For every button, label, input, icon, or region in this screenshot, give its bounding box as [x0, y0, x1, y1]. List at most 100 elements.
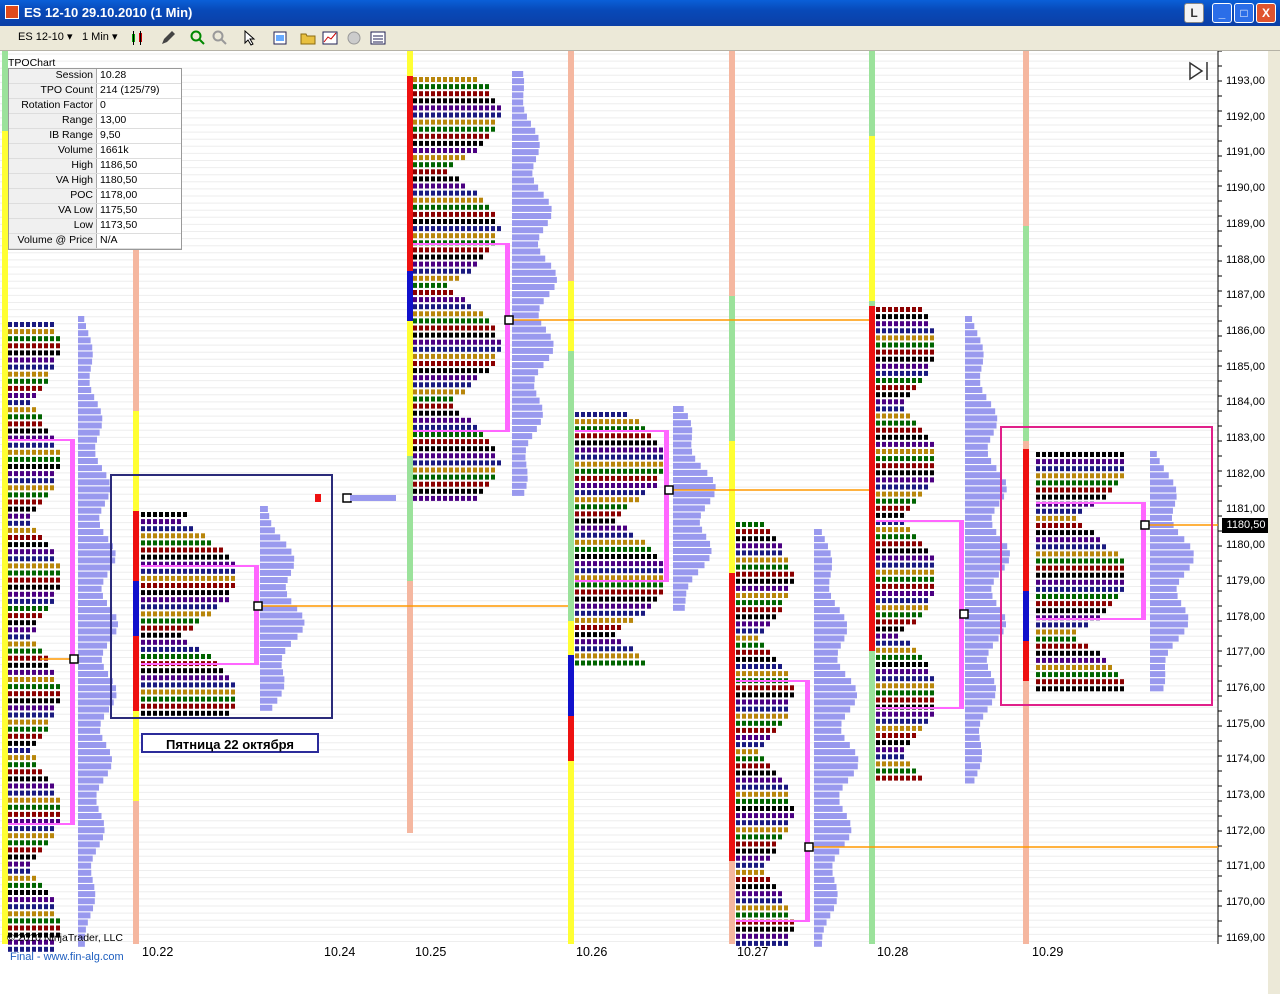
zoom-in-icon[interactable] — [190, 30, 206, 46]
data-box-icon[interactable] — [370, 30, 386, 46]
link-button[interactable]: L — [1184, 3, 1204, 23]
tpo-letter — [207, 540, 211, 546]
tpo-letter — [26, 471, 30, 477]
strategy-icon[interactable] — [346, 30, 362, 46]
tpo-letter — [437, 396, 441, 402]
tpo-letter — [593, 412, 597, 417]
tpo-chart[interactable] — [0, 51, 1280, 994]
tpo-letter — [653, 461, 657, 467]
minimize-button[interactable]: _ — [1212, 3, 1232, 23]
tpo-letter — [1042, 452, 1046, 457]
title-bar: ES 12-10 29.10.2010 (1 Min) L _ □ X — [0, 0, 1280, 26]
tpo-letter — [38, 698, 42, 704]
tpo-letter — [778, 543, 782, 549]
volume-bar — [673, 519, 700, 526]
tpo-letter — [431, 254, 435, 260]
tpo-letter — [930, 349, 934, 355]
tpo-letter — [44, 804, 48, 810]
volume-bar — [814, 891, 838, 898]
tpo-letter — [455, 183, 459, 189]
tpo-letter — [443, 219, 447, 224]
tpo-letter — [14, 485, 18, 491]
footer-link[interactable]: Final - www.fin-alg.com — [10, 951, 124, 963]
pencil-icon[interactable] — [160, 30, 176, 46]
tpo-letter — [20, 769, 24, 775]
zoom-out-icon[interactable] — [212, 30, 228, 46]
tpo-letter — [26, 414, 30, 420]
tpo-letter — [437, 268, 441, 274]
chart-icon[interactable] — [322, 30, 338, 46]
volume-bar — [965, 706, 988, 713]
volume-bar — [673, 469, 708, 476]
tpo-letter — [32, 669, 36, 675]
close-button[interactable]: X — [1256, 3, 1276, 23]
tpo-letter — [924, 449, 928, 454]
tpo-letter — [449, 353, 453, 359]
tpo-letter — [461, 140, 465, 146]
volume-bar — [78, 756, 112, 763]
folder-icon[interactable] — [300, 30, 316, 46]
tpo-letter — [599, 632, 603, 638]
tpo-letter — [467, 460, 471, 466]
tpo-letter — [20, 393, 24, 398]
maximize-button[interactable]: □ — [1234, 3, 1254, 23]
tpo-letter — [599, 468, 603, 474]
volume-bar — [260, 506, 268, 512]
tpo-letter — [44, 797, 48, 803]
tpo-letter — [147, 703, 151, 709]
tpo-letter — [413, 375, 417, 381]
interval-selector[interactable]: 1 Min ▾ — [82, 29, 118, 46]
tpo-letter — [575, 490, 579, 496]
tpo-letter — [44, 378, 48, 384]
tpo-letter — [455, 247, 459, 253]
tpo-letter — [617, 610, 621, 616]
tpo-letter — [736, 543, 740, 549]
volume-bar — [965, 316, 973, 322]
tpo-letter — [617, 525, 621, 531]
tpo-letter — [159, 540, 163, 546]
tpo-letter — [437, 495, 441, 501]
tpo-letter — [20, 598, 24, 604]
tpo-letter — [153, 625, 157, 631]
cursor-icon[interactable] — [242, 30, 258, 46]
tpo-letter — [760, 727, 764, 733]
tpo-letter — [443, 282, 447, 288]
properties-icon[interactable] — [272, 30, 288, 46]
tpo-letter — [912, 718, 916, 724]
volume-bar — [965, 337, 981, 344]
volume-bar — [673, 555, 710, 562]
vertical-scrollbar[interactable] — [1268, 51, 1280, 994]
tpo-letter — [599, 518, 603, 524]
tpo-letter — [900, 441, 904, 447]
price-tick-label: 1180,00 — [1226, 539, 1265, 552]
volume-bar — [814, 926, 824, 933]
tpo-letter — [1036, 579, 1040, 585]
tpo-letter — [659, 468, 663, 474]
tpo-letter — [575, 511, 579, 517]
tpo-letter — [14, 357, 18, 363]
tpo-letter — [736, 642, 740, 648]
tpo-letter — [8, 393, 12, 398]
tpo-letter — [1066, 537, 1070, 543]
tpo-letter — [50, 925, 54, 931]
tpo-letter — [461, 318, 465, 324]
chart-panel[interactable] — [0, 51, 1280, 994]
tpo-letter — [449, 148, 453, 153]
tpo-letter — [461, 481, 465, 487]
tpo-letter — [183, 604, 187, 610]
tpo-letter — [605, 617, 609, 623]
tpo-letter — [479, 254, 483, 260]
volume-bar — [673, 455, 696, 462]
tpo-letter — [742, 756, 746, 762]
tpo-letter — [876, 349, 880, 355]
tpo-letter — [485, 98, 489, 104]
candlestick-icon[interactable] — [130, 30, 146, 46]
tpo-letter — [617, 617, 621, 623]
instrument-selector[interactable]: ES 12-10 ▾ — [18, 29, 72, 46]
tpo-letter — [26, 385, 30, 391]
tpo-letter — [778, 600, 782, 606]
tpo-letter — [44, 428, 48, 434]
tpo-letter — [479, 439, 483, 445]
tpo-letter — [900, 725, 904, 731]
tpo-letter — [8, 705, 12, 711]
